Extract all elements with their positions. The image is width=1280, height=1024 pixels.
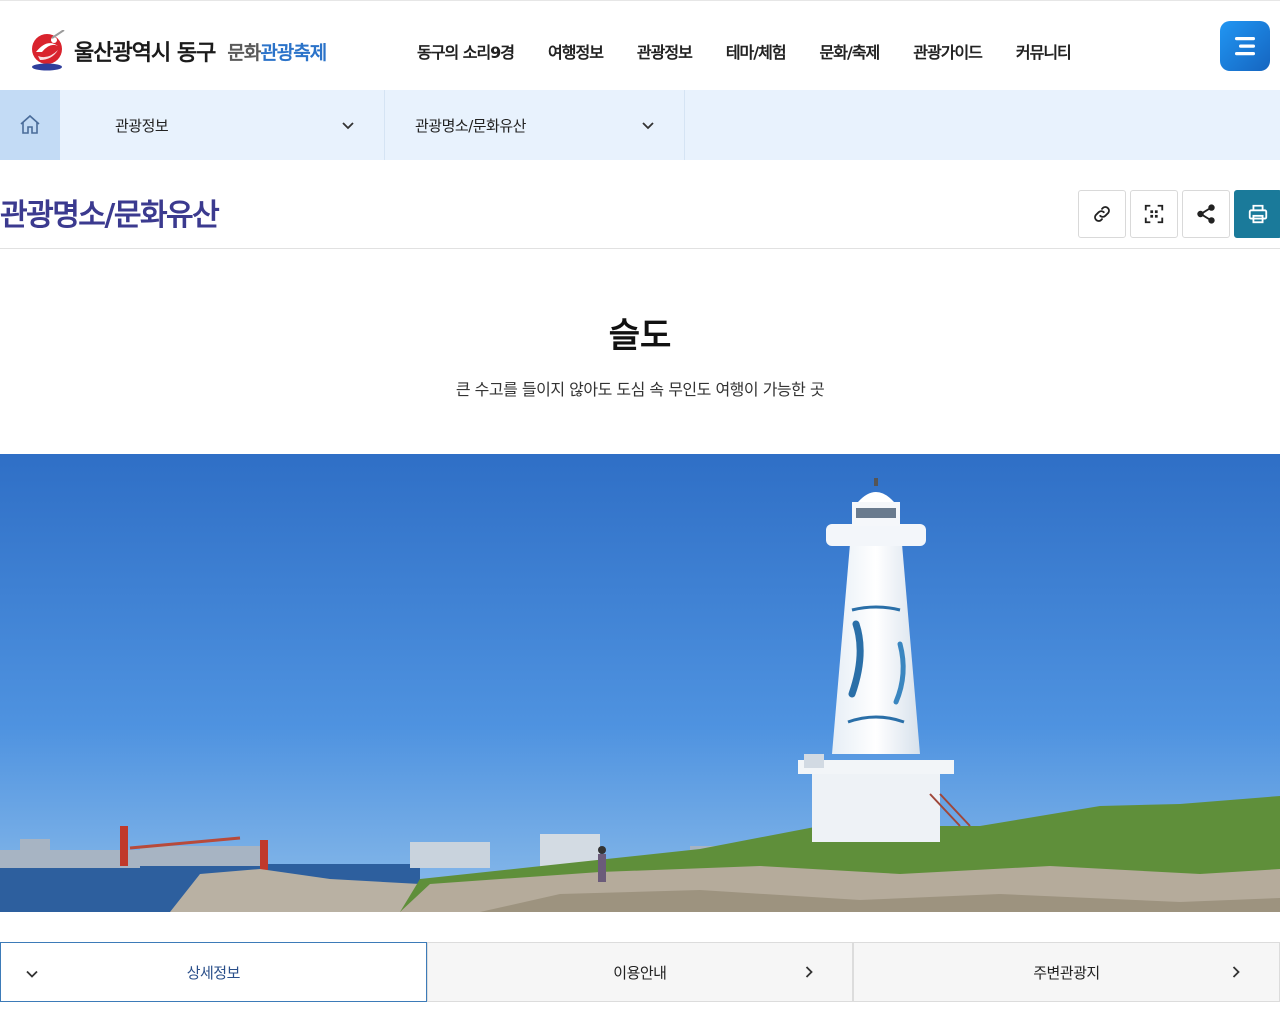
location-select-level1[interactable]: 관광정보 (60, 90, 385, 160)
link-icon (1094, 206, 1110, 222)
logo-subtitle-tourism-festival: 관광축제 (260, 41, 327, 64)
attraction-description: 큰 수고를 들이지 않아도 도심 속 무인도 여행이 가능한 곳 (455, 380, 825, 399)
site-logo[interactable]: 울산광역시 동구 문화 관광축제 (28, 29, 327, 73)
dong-gu-emblem-icon (28, 29, 66, 72)
location-level2-label: 관광명소/문화유산 (415, 116, 526, 135)
attraction-name: 슬도 (608, 316, 672, 356)
nav-item-community[interactable]: 커뮤니티 (1016, 39, 1072, 63)
print-icon (1248, 204, 1268, 224)
nav-item-tourism-info[interactable]: 관광정보 (637, 39, 693, 63)
tab-usage-guide-label: 이용안내 (613, 963, 667, 982)
chevron-down-icon (642, 122, 654, 130)
tab-nearby-attractions-label: 주변관광지 (1033, 963, 1100, 982)
chevron-down-icon (26, 970, 38, 978)
chevron-right-icon (1232, 966, 1240, 978)
logo-title: 울산광역시 동구 (74, 41, 216, 66)
qr-code-icon (1144, 204, 1164, 224)
location-level1-label: 관광정보 (115, 116, 169, 135)
print-button[interactable] (1234, 190, 1280, 238)
logo-subtitle-culture: 문화 (227, 41, 261, 64)
page-title: 관광명소/문화유산 (0, 198, 220, 233)
all-menu-button[interactable] (1220, 21, 1270, 71)
nav-item-theme-experience[interactable]: 테마/체험 (726, 39, 787, 63)
attraction-photo (0, 454, 1280, 912)
share-button[interactable] (1182, 190, 1230, 238)
site-header: 울산광역시 동구 문화 관광축제 동구의 소리9경 여행정보 관광정보 테마/체… (0, 0, 1280, 90)
title-divider (0, 248, 1280, 249)
tab-detail-info[interactable]: 상세정보 (0, 942, 427, 1002)
nav-item-travel-info[interactable]: 여행정보 (548, 39, 604, 63)
tab-detail-info-label: 상세정보 (186, 963, 241, 982)
home-button[interactable] (0, 90, 60, 160)
nav-item-sounds-9[interactable]: 동구의 소리9경 (417, 39, 515, 63)
page-tools (1078, 190, 1280, 238)
location-bar: 관광정보 관광명소/문화유산 (0, 90, 1280, 160)
chevron-down-icon (342, 122, 354, 130)
copy-link-button[interactable] (1078, 190, 1126, 238)
detail-tabs: 상세정보 이용안내 주변관광지 (0, 942, 1280, 1002)
main-navigation: 동구의 소리9경 여행정보 관광정보 테마/체험 문화/축제 관광가이드 커뮤니… (400, 39, 1088, 63)
chevron-right-icon (806, 966, 813, 978)
location-select-level2[interactable]: 관광명소/문화유산 (385, 90, 685, 160)
home-icon (20, 114, 40, 134)
tab-nearby-attractions[interactable]: 주변관광지 (853, 942, 1280, 1002)
nav-item-tour-guide[interactable]: 관광가이드 (913, 39, 983, 63)
nav-item-culture-festival[interactable]: 문화/축제 (820, 39, 881, 63)
hamburger-icon (1235, 37, 1255, 56)
share-icon (1197, 204, 1215, 224)
tab-usage-guide[interactable]: 이용안내 (426, 942, 854, 1002)
qr-code-button[interactable] (1130, 190, 1178, 238)
